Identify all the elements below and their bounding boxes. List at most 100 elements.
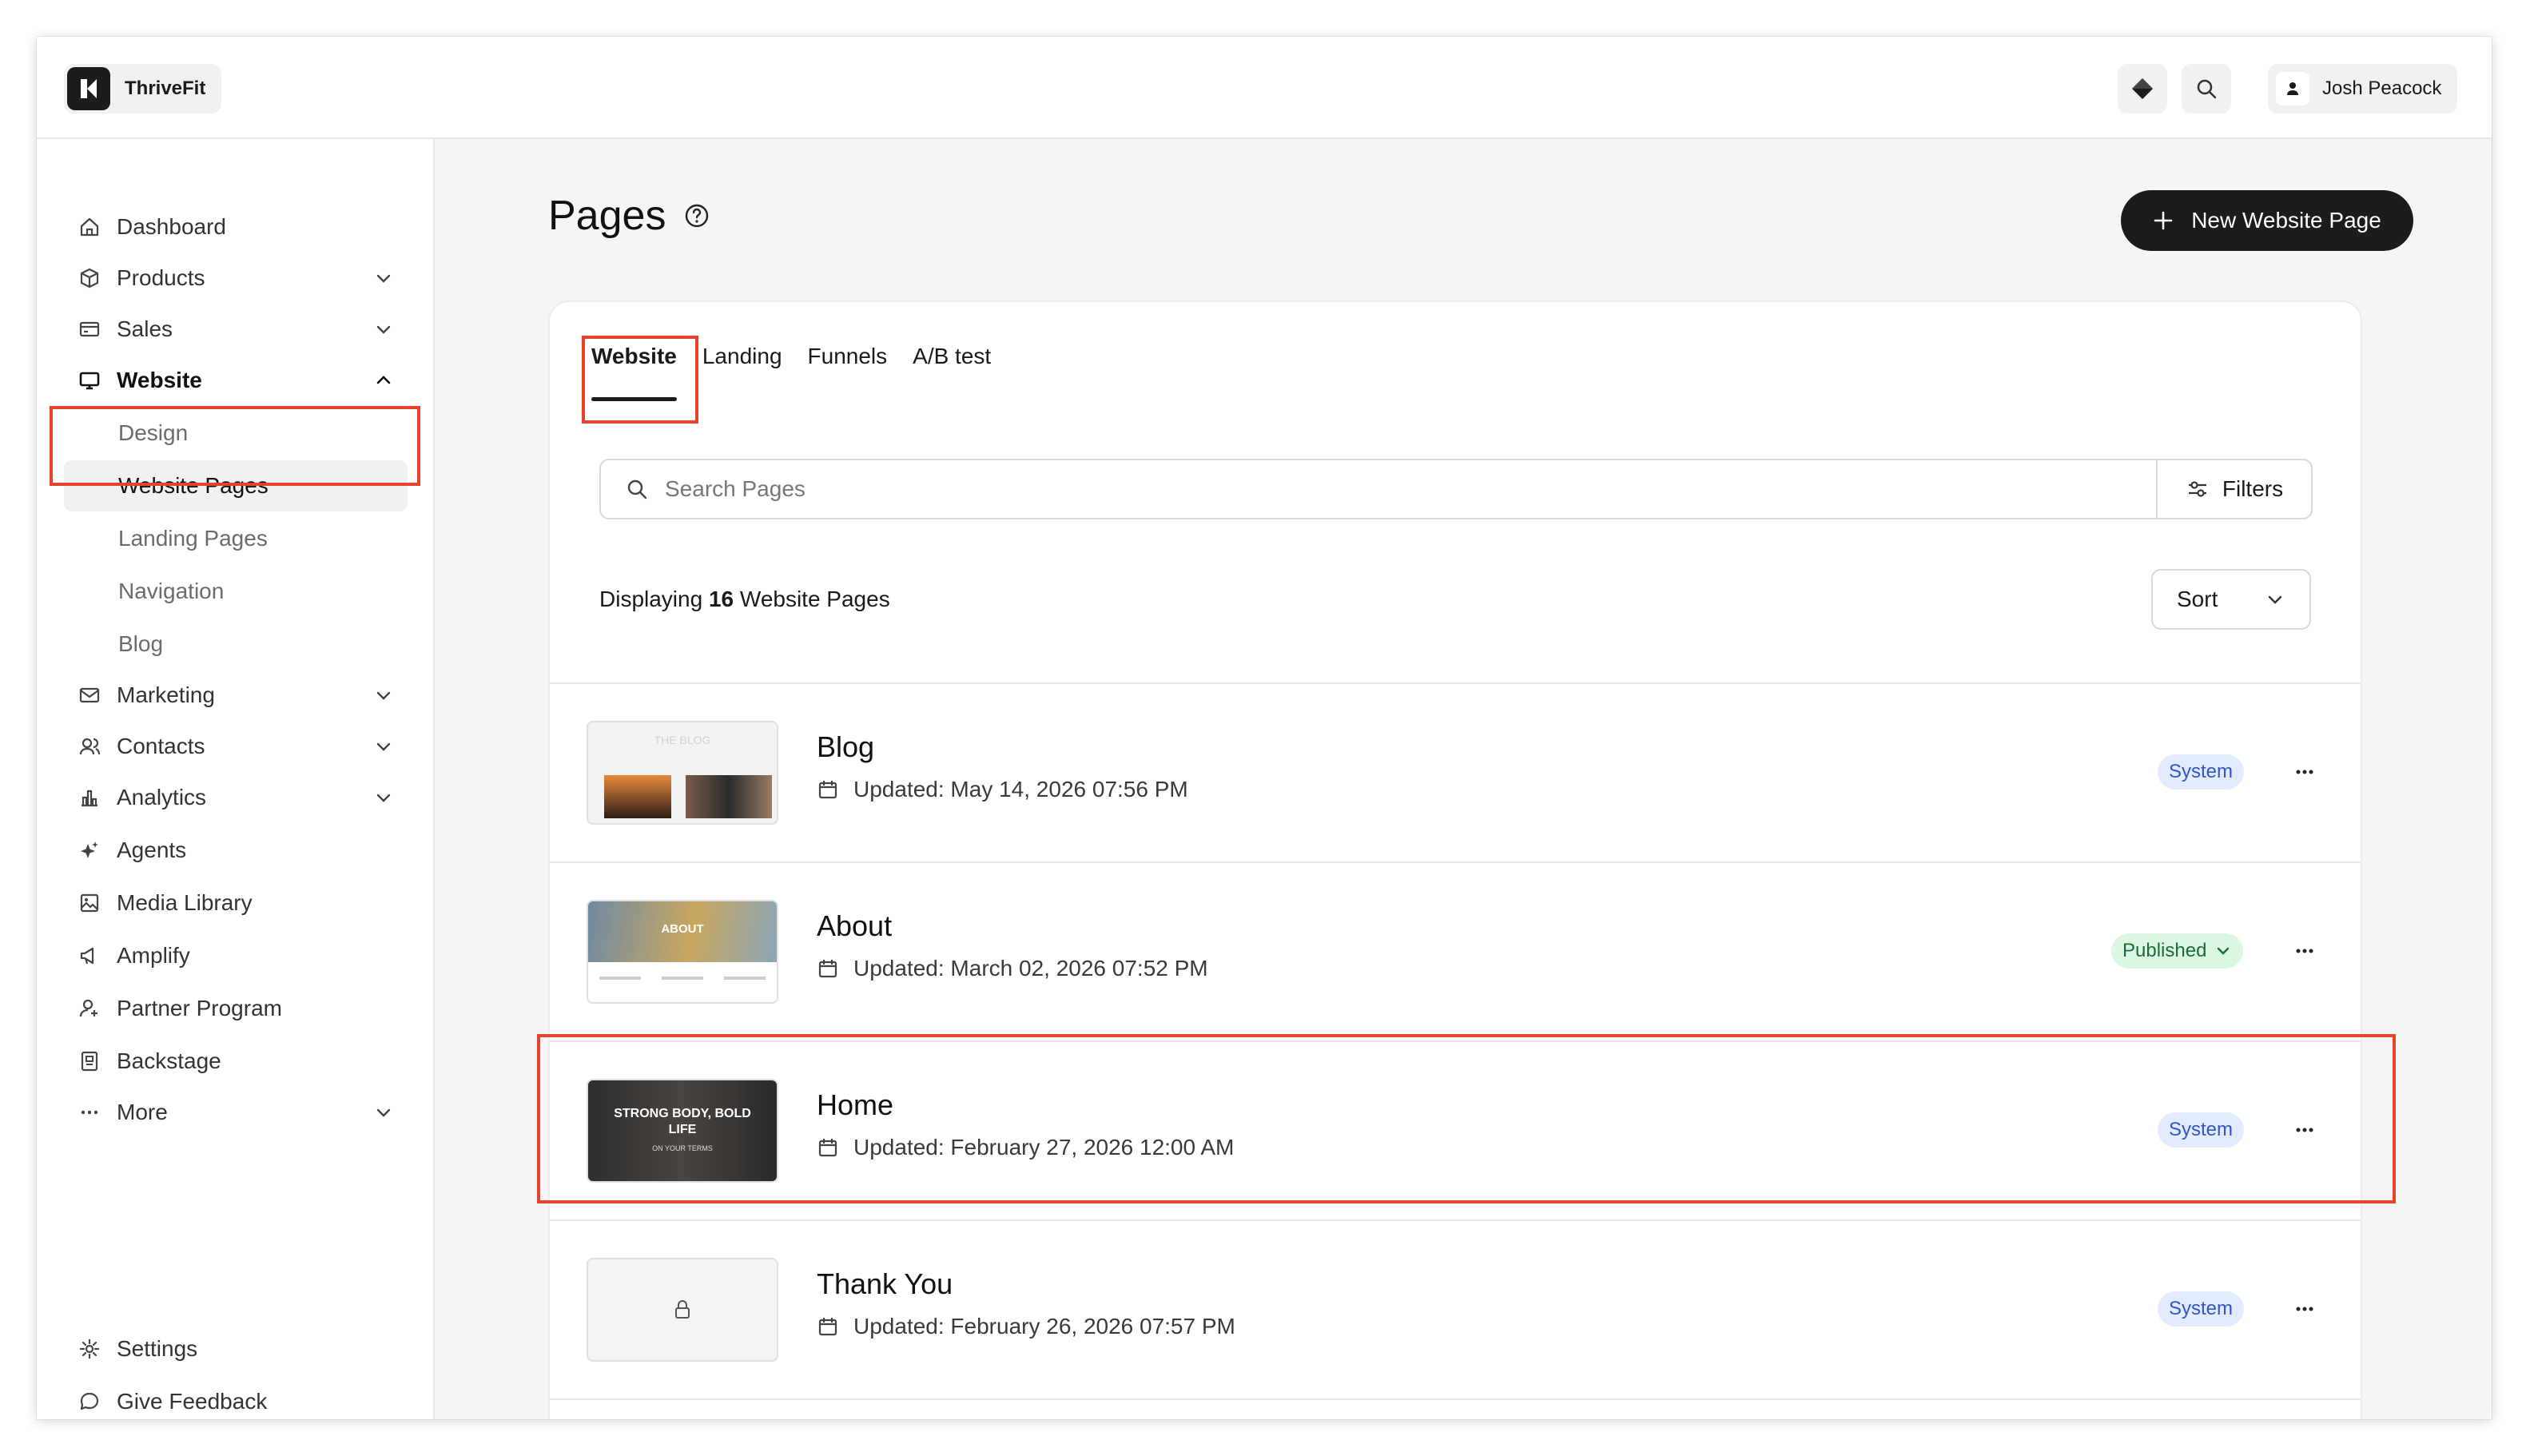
sidebar-item-agents[interactable]: Agents [69, 828, 401, 873]
main-content: Pages New Website Page Website Landing F… [435, 139, 2492, 1419]
filters-label: Filters [2222, 476, 2284, 501]
chevron-down-icon [376, 794, 391, 802]
page-row-thank-you[interactable]: Thank You Updated: February 26, 2026 07:… [550, 1219, 2361, 1398]
tab-website[interactable]: Website [591, 340, 677, 401]
new-website-page-label: New Website Page [2191, 208, 2381, 233]
brand-logo-icon [67, 67, 110, 110]
sidebar-item-marketing[interactable]: Marketing [69, 673, 401, 718]
sort-label: Sort [2177, 587, 2218, 611]
sidebar-subitem-design[interactable]: Design [64, 408, 408, 459]
tab-landing[interactable]: Landing [702, 340, 782, 388]
sidebar-subitem-navigation[interactable]: Navigation [64, 566, 408, 617]
filters-button[interactable]: Filters [2156, 460, 2311, 518]
page-thumbnail: THE BLOG [587, 721, 778, 825]
page-title[interactable]: Home [817, 1088, 893, 1122]
sidebar-item-label: Marketing [117, 682, 215, 707]
row-more-button[interactable] [2290, 1295, 2319, 1323]
help-icon[interactable] [683, 202, 710, 229]
sidebar-item-label: Products [117, 265, 205, 290]
sidebar-subitem-label: Landing Pages [118, 526, 268, 551]
sidebar-item-label: Sales [117, 316, 173, 341]
new-website-page-button[interactable]: New Website Page [2121, 190, 2413, 251]
gear-icon [77, 1336, 102, 1362]
sidebar-item-media-library[interactable]: Media Library [69, 881, 401, 925]
tab-ab-test[interactable]: A/B test [913, 340, 991, 388]
page-row-about[interactable]: ABOUT About Updated: March 02, 2026 07:5… [550, 861, 2361, 1040]
thumbnail-heading: ABOUT [661, 922, 704, 936]
chat-bubble-icon [77, 1389, 102, 1414]
page-row-blog[interactable]: THE BLOG Blog Updated: May 14, 2026 07:5… [550, 682, 2361, 861]
row-more-button[interactable] [2290, 758, 2319, 786]
lock-icon [675, 1300, 690, 1319]
thumbnail-image [686, 775, 772, 818]
page-updated: Updated: February 27, 2026 12:00 AM [817, 1135, 1234, 1160]
search-input[interactable] [663, 464, 2156, 514]
calendar-icon [818, 781, 837, 799]
sidebar-item-more[interactable]: More [69, 1090, 401, 1135]
sidebar-item-label: Amplify [117, 943, 190, 968]
row-more-button[interactable] [2290, 937, 2319, 965]
mail-icon [77, 682, 102, 708]
tab-funnels[interactable]: Funnels [808, 340, 888, 388]
sidebar-item-label: Contacts [117, 734, 205, 758]
thumbnail-heading: THE BLOG [654, 734, 711, 746]
sidebar-item-label: Backstage [117, 1048, 221, 1073]
diamond-button[interactable] [2118, 64, 2167, 113]
chevron-down-icon [376, 325, 391, 334]
page-updated: Updated: February 26, 2026 07:57 PM [817, 1314, 1235, 1339]
sidebar-subitem-landing-pages[interactable]: Landing Pages [64, 513, 408, 564]
page-row-home[interactable]: STRONG BODY, BOLD LIFE ON YOUR TERMS Hom… [550, 1040, 2361, 1219]
sort-dropdown[interactable]: Sort [2151, 569, 2311, 630]
page-title-text: Pages [548, 193, 666, 239]
status-badge: System [2158, 754, 2245, 790]
page-thumbnail: ABOUT [587, 900, 778, 1004]
search-icon [2197, 79, 2217, 99]
monitor-icon [77, 368, 102, 393]
sidebar-item-amplify[interactable]: Amplify [69, 933, 401, 978]
sidebar-subitem-label: Blog [118, 631, 164, 656]
sidebar-subitem-label: Design [118, 420, 189, 445]
sidebar-item-analytics[interactable]: Analytics [69, 775, 401, 820]
page-title: Pages [548, 192, 710, 240]
ellipsis-icon [2296, 770, 2313, 774]
search-button[interactable] [2182, 64, 2231, 113]
page-updated-text: Updated: February 26, 2026 07:57 PM [853, 1314, 1235, 1339]
chevron-down-icon [2268, 595, 2282, 604]
sidebar-item-backstage[interactable]: Backstage [69, 1039, 401, 1084]
status-badge-label: Published [2122, 940, 2207, 961]
diamond-icon [2132, 78, 2153, 99]
sidebar-item-partner-program[interactable]: Partner Program [69, 986, 401, 1031]
ellipsis-icon [2296, 1307, 2313, 1311]
backstage-icon [77, 1048, 102, 1074]
search-icon [627, 479, 647, 499]
page-updated-text: Updated: March 02, 2026 07:52 PM [853, 956, 1208, 981]
sidebar-item-settings[interactable]: Settings [69, 1327, 401, 1371]
sidebar-item-label: Analytics [117, 785, 207, 810]
sidebar-item-sales[interactable]: Sales [69, 307, 401, 352]
status-badge: System [2158, 1291, 2245, 1327]
box-icon [77, 265, 102, 291]
page-title[interactable]: Blog [817, 730, 874, 764]
users-icon [77, 734, 102, 759]
page-row-partial [550, 1398, 2361, 1419]
page-title[interactable]: About [817, 909, 892, 943]
page-title[interactable]: Thank You [817, 1267, 953, 1301]
ellipsis-icon [2296, 1128, 2313, 1132]
row-more-button[interactable] [2290, 1116, 2319, 1144]
sidebar-item-give-feedback[interactable]: Give Feedback [69, 1379, 401, 1419]
sidebar-item-products[interactable]: Products [69, 256, 401, 300]
sidebar-subitem-blog[interactable]: Blog [64, 619, 408, 670]
status-dropdown[interactable]: Published [2111, 933, 2244, 969]
ellipsis-icon [2296, 949, 2313, 953]
sidebar: Dashboard Products Sales Website Design … [37, 139, 435, 1419]
sidebar-subitem-website-pages[interactable]: Website Pages [64, 460, 408, 511]
sidebar-item-dashboard[interactable]: Dashboard [69, 205, 401, 249]
sidebar-item-contacts[interactable]: Contacts [69, 724, 401, 769]
search-bar: Filters [599, 459, 2313, 519]
calendar-icon [818, 960, 837, 978]
sidebar-item-website[interactable]: Website [69, 358, 401, 403]
chevron-up-icon [376, 376, 391, 384]
thumbnail-heading: STRONG BODY, BOLD LIFE [614, 1107, 751, 1136]
user-menu[interactable]: Josh Peacock [2268, 64, 2458, 113]
brand-switcher[interactable]: ThriveFit [64, 64, 222, 113]
